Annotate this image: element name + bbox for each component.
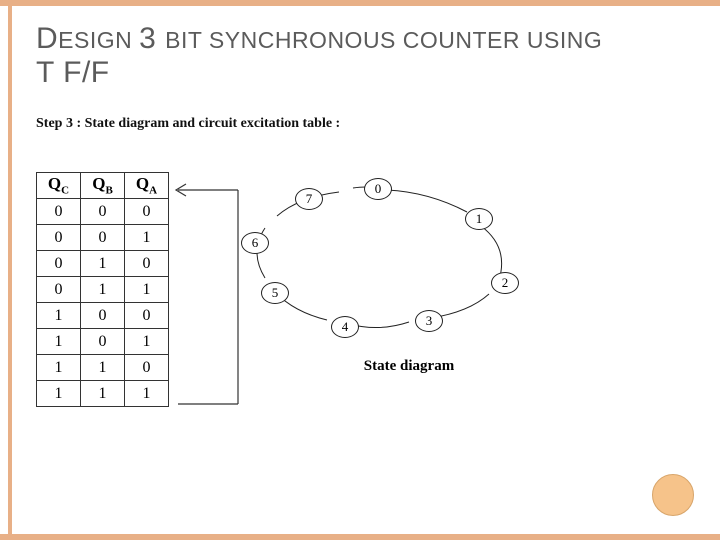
slide: DESIGN 3 BIT SYNCHRONOUS COUNTER USING T… (0, 0, 720, 540)
decorative-corner-circle-icon (652, 474, 694, 516)
state-node-2: 2 (491, 272, 519, 294)
state-node-7: 7 (295, 188, 323, 210)
table-row: 110 (37, 355, 169, 381)
table-row: 010 (37, 251, 169, 277)
content-area: Step 3 : State diagram and circuit excit… (36, 116, 700, 407)
state-node-5: 5 (261, 282, 289, 304)
state-table: QC QB QA 000 001 010 011 100 101 110 111 (36, 172, 169, 407)
state-node-6: 6 (241, 232, 269, 254)
diagram-caption: State diagram (199, 358, 539, 375)
title-cap-3: 3 (139, 22, 165, 55)
col-qb: QB (81, 173, 125, 199)
title-esign: ESIGN (58, 27, 139, 53)
left-accent-stripe (8, 6, 12, 534)
title-cap-d: D (36, 22, 58, 55)
state-table-wrap: QC QB QA 000 001 010 011 100 101 110 111 (36, 172, 169, 407)
state-node-4: 4 (331, 316, 359, 338)
table-header-row: QC QB QA (37, 173, 169, 199)
title-rest: BIT SYNCHRONOUS COUNTER USING (165, 27, 602, 53)
body-row: QC QB QA 000 001 010 011 100 101 110 111 (36, 172, 700, 407)
table-row: 001 (37, 225, 169, 251)
table-row: 011 (37, 277, 169, 303)
table-row: 101 (37, 329, 169, 355)
col-qa: QA (125, 173, 169, 199)
state-node-1: 1 (465, 208, 493, 230)
state-node-0: 0 (364, 178, 392, 200)
col-qc: QC (37, 173, 81, 199)
state-diagram: 0 1 2 3 4 5 6 7 (199, 172, 539, 352)
state-ring-icon (199, 172, 539, 352)
title-tff: T F/F (36, 56, 110, 89)
state-node-3: 3 (415, 310, 443, 332)
state-table-body: 000 001 010 011 100 101 110 111 (37, 199, 169, 407)
table-row: 100 (37, 303, 169, 329)
table-row: 111 (37, 381, 169, 407)
slide-title: DESIGN 3 BIT SYNCHRONOUS COUNTER USING T… (0, 6, 720, 96)
step-label: Step 3 : State diagram and circuit excit… (36, 116, 700, 132)
state-diagram-wrap: 0 1 2 3 4 5 6 7 State diagram (199, 172, 539, 375)
table-row: 000 (37, 199, 169, 225)
